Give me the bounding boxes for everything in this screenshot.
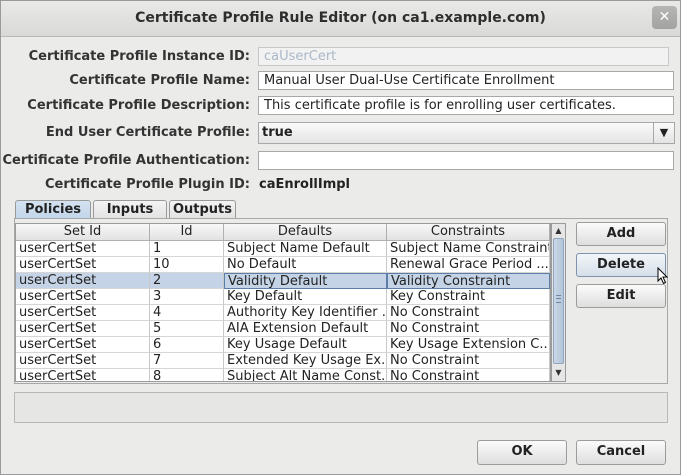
id-cell[interactable]: 3: [150, 289, 224, 305]
id-cell[interactable]: 7: [150, 353, 224, 369]
id-cell[interactable]: 6: [150, 337, 224, 353]
set-id-cell[interactable]: userCertSet: [16, 321, 150, 337]
defaults-cell[interactable]: Subject Name Default: [224, 241, 387, 257]
mouse-cursor-icon: [657, 267, 669, 285]
constraints-cell[interactable]: No Constraint: [387, 305, 550, 321]
set-id-cell[interactable]: userCertSet: [16, 369, 150, 381]
table-row[interactable]: userCertSet 5 AIA Extension Default No Cons…: [16, 321, 550, 337]
column-header-id[interactable]: Id: [150, 224, 224, 241]
instance-id-field: caUserCert: [258, 47, 669, 66]
plugin-id-label: Certificate Profile Plugin ID:: [44, 177, 250, 192]
add-button[interactable]: Add: [576, 222, 666, 246]
id-cell[interactable]: 1: [150, 241, 224, 257]
set-id-cell[interactable]: userCertSet: [16, 257, 150, 273]
close-icon[interactable]: ✕: [652, 6, 677, 29]
id-cell[interactable]: 4: [150, 305, 224, 321]
constraints-cell[interactable]: Validity Constraint: [387, 273, 550, 289]
table-row[interactable]: userCertSet 1 Subject Name Default Subject …: [16, 241, 550, 257]
defaults-cell[interactable]: No Default: [224, 257, 387, 273]
table-row[interactable]: userCertSet 8 Subject Alt Name Const... No …: [16, 369, 550, 381]
defaults-cell[interactable]: Subject Alt Name Const...: [224, 369, 387, 381]
profile-name-label: Certificate Profile Name:: [69, 73, 250, 88]
constraints-cell[interactable]: No Constraint: [387, 369, 550, 381]
end-user-profile-value: true: [262, 125, 293, 140]
delete-button[interactable]: Delete: [576, 253, 666, 277]
set-id-cell[interactable]: userCertSet: [16, 289, 150, 305]
id-cell[interactable]: 10: [150, 257, 224, 273]
title-bar[interactable]: Certificate Profile Rule Editor (on ca1.…: [1, 1, 680, 37]
policies-table[interactable]: Set Id Id Defaults Constraints userCertS…: [15, 223, 551, 382]
tab-outputs[interactable]: Outputs: [169, 200, 236, 218]
defaults-cell[interactable]: AIA Extension Default: [224, 321, 387, 337]
defaults-cell[interactable]: Key Usage Default: [224, 337, 387, 353]
set-id-cell[interactable]: userCertSet: [16, 241, 150, 257]
edit-button[interactable]: Edit: [576, 284, 666, 308]
set-id-cell[interactable]: userCertSet: [16, 337, 150, 353]
scrollbar-thumb[interactable]: [553, 238, 564, 364]
table-row[interactable]: userCertSet 10 No Default Renewal Grace Per…: [16, 257, 550, 273]
end-user-profile-label: End User Certificate Profile:: [45, 125, 250, 140]
end-user-profile-select[interactable]: true ▼: [258, 122, 675, 144]
set-id-cell[interactable]: userCertSet: [16, 305, 150, 321]
defaults-cell[interactable]: Key Default: [224, 289, 387, 305]
profile-name-field[interactable]: Manual User Dual-Use Certificate Enrollm…: [258, 71, 674, 90]
grip-icon: [556, 295, 561, 303]
arrow-down-icon[interactable]: ▼: [552, 366, 565, 380]
tab-policies[interactable]: Policies: [15, 200, 91, 218]
defaults-cell[interactable]: Extended Key Usage Ex...: [224, 353, 387, 369]
defaults-cell[interactable]: Authority Key Identifier ...: [224, 305, 387, 321]
table-row[interactable]: userCertSet 6 Key Usage Default Key Usage E…: [16, 337, 550, 353]
arrow-up-icon[interactable]: ▲: [552, 224, 565, 238]
ok-button[interactable]: OK: [477, 440, 567, 465]
constraints-cell[interactable]: Renewal Grace Period ...: [387, 257, 550, 273]
authentication-label: Certificate Profile Authentication:: [2, 153, 250, 168]
plugin-id-value: caEnrollImpl: [259, 177, 351, 192]
constraints-cell[interactable]: Key Constraint: [387, 289, 550, 305]
constraints-cell[interactable]: Subject Name Constraint: [387, 241, 550, 257]
tab-inputs[interactable]: Inputs: [93, 200, 167, 218]
id-cell[interactable]: 5: [150, 321, 224, 337]
table-row[interactable]: userCertSet 7 Extended Key Usage Ex... No C…: [16, 353, 550, 369]
status-area: [14, 392, 668, 423]
column-header-defaults[interactable]: Defaults: [224, 224, 387, 241]
table-row[interactable]: userCertSet 2 Validity Default Validity Con…: [16, 273, 550, 289]
id-cell[interactable]: 8: [150, 369, 224, 381]
constraints-cell[interactable]: No Constraint: [387, 321, 550, 337]
profile-description-label: Certificate Profile Description:: [27, 98, 250, 113]
table-row[interactable]: userCertSet 3 Key Default Key Constraint: [16, 289, 550, 305]
set-id-cell[interactable]: userCertSet: [16, 353, 150, 369]
defaults-cell[interactable]: Validity Default: [224, 273, 387, 289]
instance-id-label: Certificate Profile Instance ID:: [28, 49, 250, 64]
constraints-cell[interactable]: Key Usage Extension C...: [387, 337, 550, 353]
set-id-cell[interactable]: userCertSet: [16, 273, 150, 289]
dialog-window: Certificate Profile Rule Editor (on ca1.…: [0, 0, 681, 475]
window-title: Certificate Profile Rule Editor (on ca1.…: [135, 10, 546, 26]
column-header-constraints[interactable]: Constraints: [387, 224, 550, 241]
profile-description-field[interactable]: This certificate profile is for enrollin…: [258, 96, 674, 115]
authentication-field[interactable]: [258, 151, 674, 170]
chevron-down-icon[interactable]: ▼: [653, 123, 674, 143]
cancel-button[interactable]: Cancel: [576, 440, 666, 465]
table-row[interactable]: userCertSet 4 Authority Key Identifier ...…: [16, 305, 550, 321]
constraints-cell[interactable]: No Constraint: [387, 353, 550, 369]
column-header-set-id[interactable]: Set Id: [16, 224, 150, 241]
id-cell[interactable]: 2: [150, 273, 224, 289]
table-scrollbar[interactable]: ▲ ▼: [551, 223, 566, 382]
